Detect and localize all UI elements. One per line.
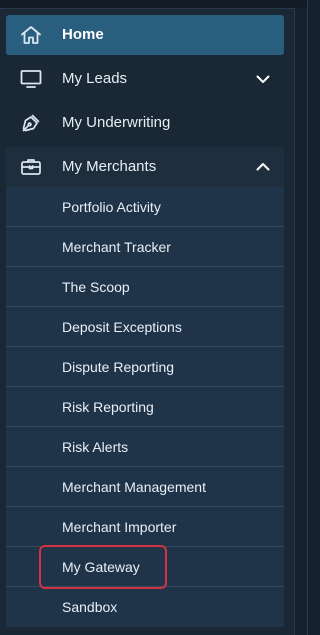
sidebar-item-my-merchants[interactable]: My Merchants bbox=[6, 147, 284, 187]
submenu-item-label: Merchant Tracker bbox=[62, 239, 171, 255]
submenu-item-risk-alerts[interactable]: Risk Alerts bbox=[6, 427, 284, 467]
chevron-up-icon[interactable] bbox=[254, 158, 272, 176]
sidebar-item-label: My Underwriting bbox=[62, 114, 171, 131]
submenu-item-label: Risk Alerts bbox=[62, 439, 129, 455]
submenu-item-the-scoop[interactable]: The Scoop bbox=[6, 267, 284, 307]
submenu-item-deposit-exceptions[interactable]: Deposit Exceptions bbox=[6, 307, 284, 347]
briefcase-icon bbox=[18, 155, 44, 179]
submenu-item-merchant-importer[interactable]: Merchant Importer bbox=[6, 507, 284, 547]
sidebar-item-my-leads[interactable]: My Leads bbox=[6, 59, 284, 99]
sidebar-item-label: My Merchants bbox=[62, 158, 157, 175]
submenu-item-label: Risk Reporting bbox=[62, 399, 154, 415]
submenu-item-label: Sandbox bbox=[62, 599, 118, 615]
home-icon bbox=[18, 23, 44, 47]
submenu-item-label: Portfolio Activity bbox=[62, 199, 161, 215]
scrollbar-track[interactable] bbox=[294, 8, 307, 635]
pen-nib-icon bbox=[18, 111, 44, 135]
submenu-item-label: The Scoop bbox=[62, 279, 130, 295]
sidebar-item-my-underwriting[interactable]: My Underwriting bbox=[6, 103, 284, 143]
submenu-item-sandbox[interactable]: Sandbox bbox=[6, 587, 284, 627]
submenu-item-merchant-tracker[interactable]: Merchant Tracker bbox=[6, 227, 284, 267]
submenu-item-portfolio-activity[interactable]: Portfolio Activity bbox=[6, 187, 284, 227]
submenu-item-label: Merchant Importer bbox=[62, 519, 177, 535]
chevron-down-icon[interactable] bbox=[254, 70, 272, 88]
top-strip bbox=[0, 0, 307, 9]
sidebar-item-home[interactable]: Home bbox=[6, 15, 284, 55]
highlight-annotation-my-gateway bbox=[39, 545, 167, 589]
submenu-item-label: Deposit Exceptions bbox=[62, 319, 182, 335]
submenu-item-label: Dispute Reporting bbox=[62, 359, 175, 375]
submenu-item-merchant-management[interactable]: Merchant Management bbox=[6, 467, 284, 507]
sidebar-item-label: Home bbox=[62, 26, 104, 43]
submenu-item-dispute-reporting[interactable]: Dispute Reporting bbox=[6, 347, 284, 387]
monitor-icon bbox=[18, 67, 44, 91]
submenu-item-label: Merchant Management bbox=[62, 479, 206, 495]
submenu-item-risk-reporting[interactable]: Risk Reporting bbox=[6, 387, 284, 427]
sidebar-item-label: My Leads bbox=[62, 70, 128, 87]
navigation-sidebar: Home My Leads My Underwriting My Merchan… bbox=[0, 0, 308, 635]
